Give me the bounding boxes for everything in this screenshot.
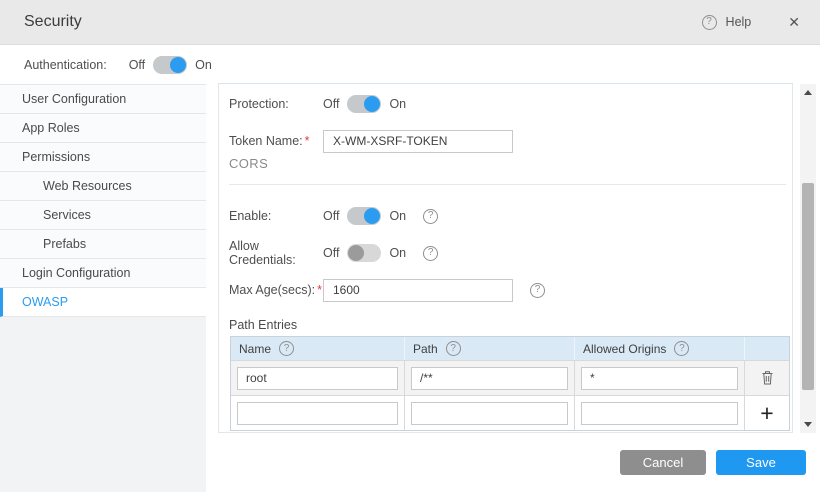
enable-help-icon[interactable]: ?	[423, 209, 438, 224]
trash-icon	[760, 370, 775, 386]
sidebar-item-label: Permissions	[22, 150, 90, 164]
scroll-up-icon[interactable]	[804, 90, 812, 95]
vertical-scrollbar[interactable]	[800, 84, 816, 433]
name-help-icon[interactable]: ?	[279, 341, 294, 356]
sidebar-item-label: Login Configuration	[22, 266, 130, 280]
column-header-name: Name ?	[231, 337, 405, 360]
add-row-button[interactable]: +	[745, 396, 789, 430]
dialog-header: Security ? Help ✕	[0, 0, 820, 45]
sidebar-item-web-resources[interactable]: Web Resources	[0, 172, 206, 201]
protection-row: Protection: Off On	[229, 92, 786, 116]
required-asterisk: *	[317, 283, 322, 297]
authentication-bar: Authentication: Off On	[0, 45, 820, 84]
sidebar-item-label: App Roles	[22, 121, 80, 135]
toggle-knob	[364, 96, 380, 112]
authentication-on-label: On	[195, 58, 212, 72]
column-header-path: Path ?	[405, 337, 575, 360]
allow-credentials-off-label: Off	[323, 246, 339, 260]
table-header-row: Name ? Path ? Allowed Origins ?	[231, 337, 789, 360]
allow-credentials-toggle[interactable]	[347, 244, 381, 262]
required-asterisk: *	[305, 134, 310, 148]
token-name-row: Token Name:*	[229, 129, 786, 153]
allow-credentials-row: Allow Credentials: Off On ?	[229, 241, 786, 265]
token-name-input[interactable]	[323, 130, 513, 153]
cors-enable-row: Enable: Off On ?	[229, 204, 786, 228]
max-age-label: Max Age(secs):*	[229, 283, 323, 297]
path-help-icon[interactable]: ?	[446, 341, 461, 356]
cors-divider	[229, 184, 786, 185]
path-entry-path-input[interactable]	[411, 367, 568, 390]
save-button[interactable]: Save	[716, 450, 806, 475]
authentication-toggle[interactable]	[153, 56, 187, 74]
scrollbar-thumb[interactable]	[802, 183, 814, 390]
delete-row-button[interactable]	[745, 361, 789, 395]
sidebar-item-label: User Configuration	[22, 92, 126, 106]
close-icon[interactable]: ✕	[784, 12, 804, 33]
sidebar-item-label: Web Resources	[43, 179, 132, 193]
toggle-knob	[348, 245, 364, 261]
allow-credentials-help-icon[interactable]: ?	[423, 246, 438, 261]
sidebar-item-prefabs[interactable]: Prefabs	[0, 230, 206, 259]
sidebar-item-label: Prefabs	[43, 237, 86, 251]
sidebar-item-app-roles[interactable]: App Roles	[0, 114, 206, 143]
enable-toggle[interactable]	[347, 207, 381, 225]
toggle-knob	[364, 208, 380, 224]
allow-credentials-label: Allow Credentials:	[229, 239, 323, 267]
enable-label: Enable:	[229, 209, 323, 223]
new-entry-path-input[interactable]	[411, 402, 568, 425]
authentication-label: Authentication:	[24, 58, 107, 72]
owasp-settings-panel: Protection: Off On Token Name:* CORS Ena…	[218, 83, 793, 433]
page-title: Security	[24, 13, 82, 31]
sidebar-item-login-configuration[interactable]: Login Configuration	[0, 259, 206, 288]
enable-on-label: On	[389, 209, 406, 223]
protection-label: Protection:	[229, 97, 323, 111]
sidebar-item-label: OWASP	[22, 295, 68, 309]
path-entries-label: Path Entries	[229, 318, 297, 332]
cancel-button[interactable]: Cancel	[620, 450, 706, 475]
new-entry-name-input[interactable]	[237, 402, 398, 425]
sidebar-item-permissions[interactable]: Permissions	[0, 143, 206, 172]
sidebar: User Configuration App Roles Permissions…	[0, 84, 206, 492]
help-link[interactable]: Help	[726, 15, 752, 29]
table-row: +	[231, 395, 789, 430]
help-icon[interactable]: ?	[702, 15, 717, 30]
toggle-knob	[170, 57, 186, 73]
max-age-row: Max Age(secs):* ?	[229, 278, 786, 302]
security-dialog: Security ? Help ✕ Authentication: Off On…	[0, 0, 820, 492]
protection-toggle[interactable]	[347, 95, 381, 113]
column-header-actions	[745, 337, 789, 360]
enable-off-label: Off	[323, 209, 339, 223]
plus-icon: +	[760, 402, 773, 425]
allowed-origins-help-icon[interactable]: ?	[674, 341, 689, 356]
column-header-allowed-origins: Allowed Origins ?	[575, 337, 745, 360]
allow-credentials-on-label: On	[389, 246, 406, 260]
sidebar-item-owasp[interactable]: OWASP	[0, 288, 206, 317]
sidebar-item-services[interactable]: Services	[0, 201, 206, 230]
new-entry-origins-input[interactable]	[581, 402, 738, 425]
scroll-down-icon[interactable]	[804, 422, 812, 427]
protection-off-label: Off	[323, 97, 339, 111]
protection-on-label: On	[389, 97, 406, 111]
authentication-off-label: Off	[129, 58, 145, 72]
sidebar-item-user-configuration[interactable]: User Configuration	[0, 85, 206, 114]
cors-section-heading: CORS	[229, 156, 268, 171]
max-age-help-icon[interactable]: ?	[530, 283, 545, 298]
max-age-input[interactable]	[323, 279, 513, 302]
sidebar-item-label: Services	[43, 208, 91, 222]
path-entry-origins-input[interactable]	[581, 367, 738, 390]
token-name-label: Token Name:*	[229, 134, 323, 148]
path-entries-table: Name ? Path ? Allowed Origins ?	[230, 336, 790, 431]
path-entry-name-input[interactable]	[237, 367, 398, 390]
table-row	[231, 360, 789, 395]
